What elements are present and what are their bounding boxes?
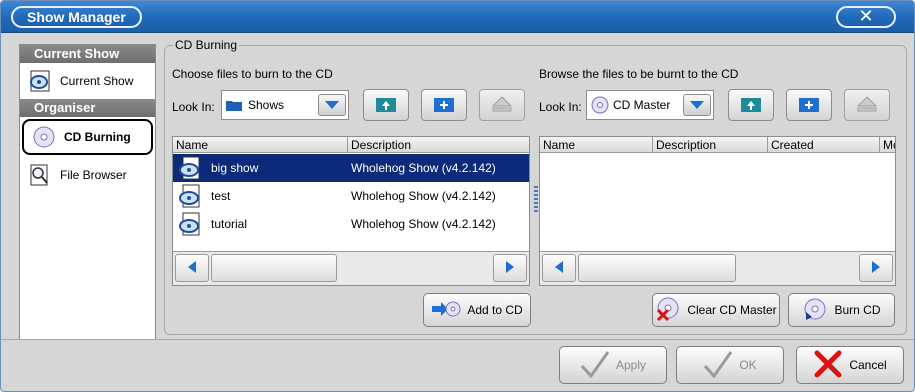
table-header: Name Description Created Mo — [540, 137, 895, 153]
scroll-left-button[interactable] — [175, 254, 209, 282]
cd-icon — [32, 125, 56, 149]
scroll-thumb[interactable] — [211, 254, 337, 282]
scroll-left-button[interactable] — [542, 254, 576, 282]
button-label: Burn CD — [834, 303, 881, 317]
button-label: Apply — [615, 358, 647, 372]
column-header-modified[interactable]: Mo — [880, 137, 895, 153]
column-header-created[interactable]: Created — [768, 137, 880, 153]
table-row[interactable]: tutorial Wholehog Show (v4.2.142) — [173, 210, 529, 238]
button-label: Cancel — [849, 358, 887, 372]
right-new-folder-button[interactable] — [786, 89, 832, 121]
burn-cd-icon — [802, 296, 828, 325]
table-row[interactable]: test Wholehog Show (v4.2.142) — [173, 182, 529, 210]
sidebar-heading-current-show: Current Show — [20, 45, 155, 63]
new-folder-icon — [798, 95, 820, 116]
sidebar-item-label: Current Show — [60, 74, 134, 88]
button-label: Add to CD — [467, 303, 523, 317]
arrow-right-icon — [505, 260, 515, 277]
checkmark-icon — [703, 350, 733, 381]
arrow-left-icon — [187, 260, 197, 277]
row-name: tutorial — [211, 217, 248, 231]
button-label: Clear CD Master — [687, 303, 777, 317]
show-disc-icon — [28, 69, 52, 93]
left-caption: Choose files to burn to the CD — [172, 67, 333, 81]
add-to-cd-button[interactable]: Add to CD — [423, 293, 531, 327]
sidebar: Current Show Current Show Organiser CD B… — [19, 44, 156, 340]
left-lookin-combo[interactable]: Shows — [221, 90, 349, 120]
right-caption: Browse the files to be burnt to the CD — [539, 67, 739, 81]
sidebar-item-cd-burning[interactable]: CD Burning — [22, 119, 153, 155]
column-header-name[interactable]: Name — [173, 137, 348, 153]
left-lookin-label: Look In: — [172, 100, 215, 114]
left-lookin-value: Shows — [248, 98, 285, 112]
row-description: Wholehog Show (v4.2.142) — [351, 189, 496, 203]
new-folder-icon — [433, 95, 455, 116]
sidebar-item-label: CD Burning — [64, 130, 131, 144]
right-lookin-value: CD Master — [613, 98, 671, 112]
eject-button[interactable] — [479, 89, 525, 121]
right-file-table: Name Description Created Mo — [539, 136, 896, 286]
window-title: Show Manager — [11, 6, 142, 28]
scroll-right-button[interactable] — [859, 254, 893, 282]
button-label: OK — [739, 358, 757, 372]
arrow-left-icon — [554, 260, 564, 277]
table-header: Name Description — [173, 137, 529, 153]
add-to-cd-icon — [431, 299, 461, 322]
clear-cd-master-button[interactable]: Clear CD Master — [652, 293, 780, 327]
column-header-description[interactable]: Description — [653, 137, 768, 153]
arrow-right-icon — [871, 260, 881, 277]
folder-icon — [226, 99, 242, 111]
scroll-right-button[interactable] — [493, 254, 527, 282]
clear-cd-icon — [655, 296, 681, 325]
sidebar-heading-organiser: Organiser — [20, 99, 155, 117]
table-row[interactable]: big show Wholehog Show (v4.2.142) — [173, 154, 529, 182]
magnifier-icon — [28, 163, 52, 187]
show-file-icon — [177, 184, 203, 208]
right-up-folder-button[interactable] — [728, 89, 774, 121]
burn-cd-button[interactable]: Burn CD — [788, 293, 895, 327]
eject-icon — [491, 95, 513, 116]
eject-icon — [856, 95, 878, 116]
apply-button[interactable]: Apply — [559, 346, 667, 384]
sidebar-item-file-browser[interactable]: File Browser — [20, 157, 155, 193]
show-file-icon — [177, 212, 203, 236]
group-label: CD Burning — [173, 38, 240, 52]
show-file-icon — [177, 156, 203, 180]
row-description: Wholehog Show (v4.2.142) — [351, 217, 496, 231]
new-folder-button[interactable] — [421, 89, 467, 121]
horizontal-scrollbar[interactable] — [173, 251, 529, 285]
sidebar-item-current-show[interactable]: Current Show — [20, 63, 155, 99]
ok-button[interactable]: OK — [676, 346, 784, 384]
left-file-table: Name Description big show Wholehog Show … — [172, 136, 530, 286]
cd-icon — [591, 96, 609, 114]
up-folder-icon — [375, 95, 397, 116]
right-lookin-label: Look In: — [539, 100, 582, 114]
up-folder-icon — [740, 95, 762, 116]
close-button[interactable]: ✕ — [836, 6, 896, 28]
dropdown-arrow-icon[interactable] — [318, 94, 346, 116]
title-bar[interactable]: Show Manager ✕ — [1, 1, 914, 33]
show-manager-window: Show Manager ✕ Current Show Current Show… — [0, 0, 915, 392]
right-eject-button[interactable] — [844, 89, 890, 121]
row-description: Wholehog Show (v4.2.142) — [351, 161, 496, 175]
sidebar-item-label: File Browser — [60, 168, 127, 182]
scroll-thumb[interactable] — [578, 254, 736, 282]
footer-separator — [1, 339, 914, 340]
right-lookin-combo[interactable]: CD Master — [586, 90, 714, 120]
cancel-x-icon — [813, 350, 843, 381]
pane-splitter[interactable] — [534, 186, 538, 212]
dropdown-arrow-icon[interactable] — [683, 94, 711, 116]
column-header-description[interactable]: Description — [348, 137, 529, 153]
column-header-name[interactable]: Name — [540, 137, 653, 153]
up-folder-button[interactable] — [363, 89, 409, 121]
row-name: test — [211, 189, 231, 203]
checkmark-icon — [580, 350, 610, 381]
cancel-button[interactable]: Cancel — [796, 346, 904, 384]
row-name: big show — [211, 161, 259, 175]
horizontal-scrollbar[interactable] — [540, 251, 895, 285]
